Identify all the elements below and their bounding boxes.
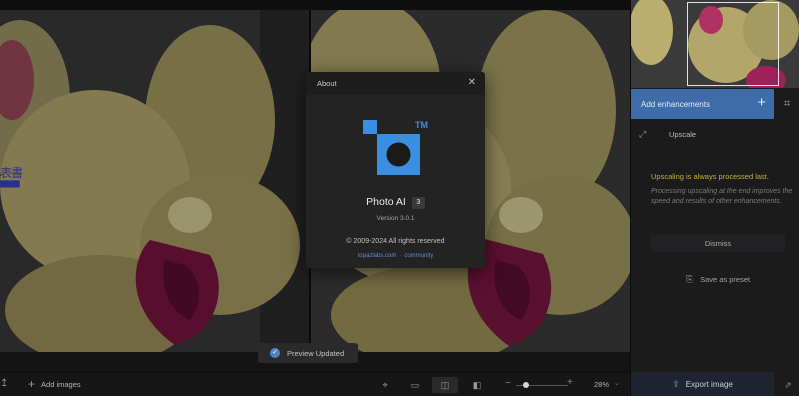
photo-ai-logo: TM	[363, 120, 428, 175]
export-icon: ⇪	[672, 378, 680, 389]
about-dialog: About ✕ TM Photo AI 3 Version 3.0.1 © 200…	[306, 72, 485, 268]
zoom-in-button[interactable]: +	[567, 377, 573, 388]
copyright-text: © 2009-2024 All rights reserved	[346, 238, 445, 245]
notice-title: Upscaling is always processed last.	[651, 172, 769, 181]
expand-arrows-icon: ⤢	[639, 128, 647, 139]
add-enhancements-button[interactable]: Add enhancements +	[631, 89, 774, 119]
dialog-header: About	[306, 72, 485, 95]
save-preset-button[interactable]: ⎘ Save as preset	[651, 271, 785, 288]
save-preset-icon: ⎘	[685, 274, 694, 284]
focus-icon[interactable]: ⌖	[372, 377, 398, 393]
plus-icon[interactable]: +	[757, 95, 766, 111]
upscale-notice: Upscaling is always processed last. Proc…	[651, 172, 793, 207]
navigator-viewport-box[interactable]	[687, 2, 779, 86]
zoom-out-button[interactable]: −	[505, 378, 511, 389]
export-image-button[interactable]: ⇪ Export image	[631, 372, 774, 396]
export-label: Export image	[685, 379, 733, 389]
link-separator: ·	[399, 253, 402, 259]
original-preview-pane[interactable]: 表書 ■■■	[0, 10, 309, 352]
bottom-toolbar: ↥ + Add images ⌖ ▭ ◫ ◧ − + 28% ⌄	[0, 372, 630, 396]
website-link[interactable]: topazlabs.com	[358, 253, 397, 259]
dialog-links: topazlabs.com · community	[306, 253, 485, 259]
add-images-button[interactable]: + Add images	[28, 377, 81, 391]
version-text: Version 3.0.1	[376, 215, 415, 222]
top-strip	[0, 0, 630, 10]
crop-icon[interactable]: ⌗	[779, 96, 795, 112]
upscale-item[interactable]: ⤢ Upscale	[639, 126, 789, 142]
add-enhancements-label: Add enhancements	[641, 99, 710, 109]
check-icon: ✓	[270, 348, 280, 358]
dismiss-button[interactable]: Dismiss	[651, 235, 785, 252]
zoom-slider-handle[interactable]	[522, 382, 529, 388]
save-preset-label: Save as preset	[700, 275, 751, 284]
single-view-icon[interactable]: ▭	[402, 377, 428, 393]
right-sidebar: Add enhancements + ⌗ ⤢ Upscale Upscaling…	[630, 0, 799, 396]
chevron-down-icon[interactable]: ⌄	[614, 379, 620, 387]
toast-label: Preview Updated	[287, 348, 345, 358]
app-name-text: Photo AI	[366, 196, 406, 208]
side-by-side-icon[interactable]: ◫	[432, 377, 458, 393]
render-glitch-text: 表書 ■■■	[0, 166, 23, 190]
preview-updated-toast: ✓ Preview Updated	[258, 343, 358, 363]
navigator-thumbnail[interactable]	[631, 0, 799, 88]
zoom-value[interactable]: 28%	[594, 380, 609, 389]
community-link[interactable]: community	[404, 253, 433, 259]
version-badge: 3	[411, 197, 425, 209]
notice-body: Processing upscaling at the end improves…	[651, 188, 793, 205]
split-view-icon[interactable]: ◧	[464, 377, 490, 393]
plus-icon: +	[28, 377, 36, 391]
add-images-label: Add images	[41, 379, 81, 389]
upload-icon[interactable]: ↥	[0, 378, 8, 389]
share-icon[interactable]: ⇗	[781, 378, 795, 392]
app-name: Photo AI 3	[306, 196, 485, 209]
close-icon[interactable]: ✕	[468, 78, 476, 88]
dialog-title: About	[317, 79, 337, 88]
upscale-label: Upscale	[669, 129, 697, 139]
trademark-mark: TM	[415, 120, 428, 130]
preview-dim-overlay	[0, 10, 309, 352]
